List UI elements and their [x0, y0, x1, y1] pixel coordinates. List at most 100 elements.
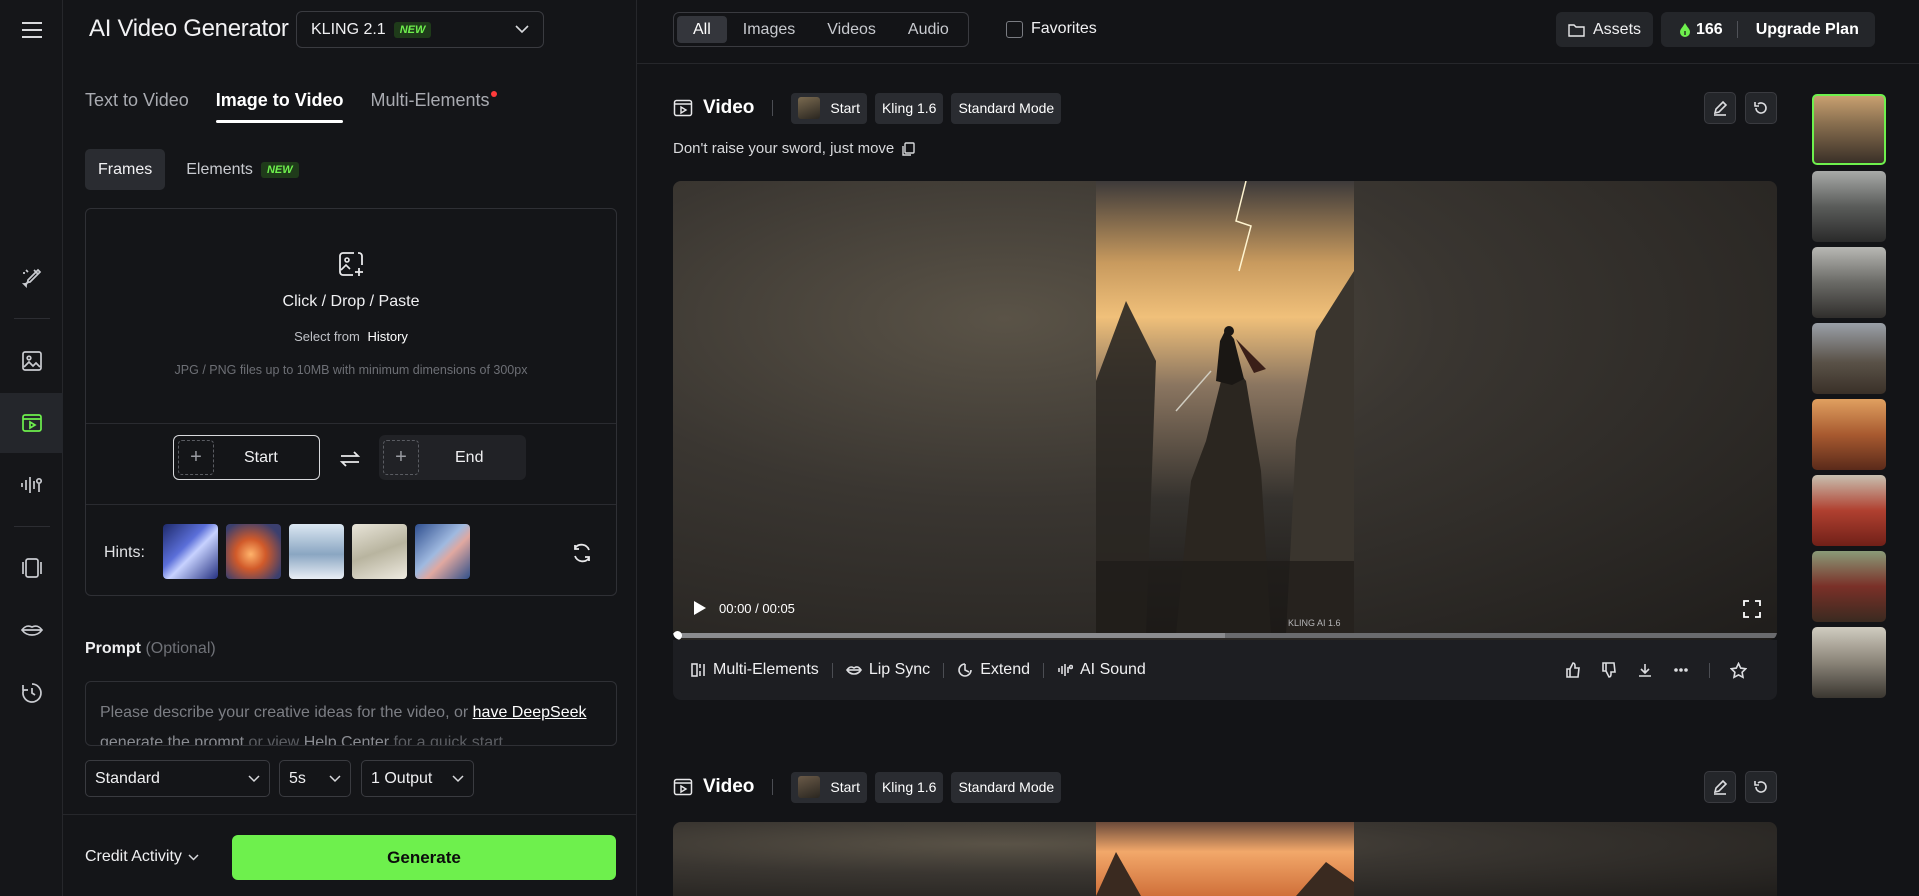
- model-name: KLING 2.1: [311, 20, 386, 38]
- prompt-placeholder: Please describe your creative ideas for …: [100, 704, 469, 721]
- favorites-checkbox[interactable]: [1006, 20, 1023, 38]
- rail-video[interactable]: [0, 393, 63, 453]
- extend-action[interactable]: Extend: [957, 661, 1030, 679]
- history-thumbnail[interactable]: [1812, 247, 1886, 318]
- upload-requirements: JPG / PNG files up to 10MB with minimum …: [174, 363, 528, 377]
- video-icon: [673, 99, 693, 117]
- tab-text-to-video[interactable]: Text to Video: [85, 90, 189, 123]
- fullscreen-icon[interactable]: [1743, 600, 1761, 618]
- prompt-title: Prompt: [85, 640, 141, 657]
- favorites-toggle[interactable]: Favorites: [1006, 20, 1097, 38]
- history-thumbnail[interactable]: [1812, 627, 1886, 698]
- lip-icon: [20, 625, 43, 636]
- tag-mode: Standard Mode: [951, 771, 1062, 803]
- tab-frames[interactable]: Frames: [85, 149, 166, 190]
- video-time: 00:00 / 00:05: [719, 600, 795, 616]
- edit-button[interactable]: [1704, 92, 1736, 124]
- bottom-bar: Credit Activity Generate: [63, 814, 637, 896]
- download-icon[interactable]: [1637, 662, 1653, 678]
- rail-image[interactable]: [0, 331, 63, 391]
- filter-images[interactable]: Images: [727, 16, 811, 43]
- hint-thumbnail[interactable]: [352, 524, 407, 579]
- tab-multi-elements[interactable]: Multi-Elements: [370, 90, 498, 123]
- video-icon: [673, 778, 693, 796]
- multi-elements-label: Multi-Elements: [713, 661, 819, 678]
- hint-thumbnail[interactable]: [226, 524, 281, 579]
- outputs-select[interactable]: 1 Output: [361, 760, 474, 797]
- end-frame-button[interactable]: + End: [379, 435, 526, 480]
- rail-brush[interactable]: [0, 246, 63, 306]
- rail-elements[interactable]: [0, 538, 63, 598]
- model-select[interactable]: KLING 2.1 NEW: [296, 11, 544, 48]
- regenerate-button[interactable]: [1745, 92, 1777, 124]
- assets-label: Assets: [1593, 20, 1642, 38]
- thumbs-up-icon[interactable]: [1565, 662, 1581, 678]
- generate-prompt-link[interactable]: generate the prompt: [100, 734, 244, 745]
- start-frame-button[interactable]: + Start: [173, 435, 320, 480]
- deepseek-link[interactable]: have DeepSeek: [473, 704, 587, 721]
- play-icon[interactable]: [693, 600, 707, 616]
- tag-start-label: Start: [830, 100, 860, 116]
- duration-select[interactable]: 5s: [279, 760, 351, 797]
- star-icon[interactable]: [1730, 661, 1747, 679]
- duration-value: 5s: [289, 769, 306, 787]
- filter-videos[interactable]: Videos: [811, 16, 892, 43]
- history-thumbnail[interactable]: [1812, 399, 1886, 470]
- chevron-down-icon: [248, 774, 260, 782]
- video-progress[interactable]: [673, 631, 1777, 640]
- edit-button[interactable]: [1704, 771, 1736, 803]
- rail-lipsync[interactable]: [0, 600, 63, 660]
- prompt-quick-start: for a quick start: [393, 734, 503, 746]
- hint-thumbnail[interactable]: [415, 524, 470, 579]
- start-frame-thumbnail: [798, 97, 821, 119]
- refresh-icon[interactable]: [571, 542, 593, 564]
- redo-icon: [1754, 102, 1767, 114]
- upload-box: Click / Drop / Paste Select from History…: [85, 208, 617, 596]
- history-thumbnail[interactable]: [1812, 551, 1886, 622]
- regenerate-button[interactable]: [1745, 771, 1777, 803]
- pencil-icon: [1713, 100, 1728, 116]
- filter-audio[interactable]: Audio: [892, 16, 965, 43]
- video-player[interactable]: KLING AI 1.6 00:00 / 00:05: [673, 181, 1777, 640]
- rail-audio[interactable]: [0, 455, 63, 515]
- tab-image-to-video[interactable]: Image to Video: [215, 90, 343, 123]
- hint-thumbnail[interactable]: [163, 524, 218, 579]
- lip-sync-action[interactable]: Lip Sync: [845, 661, 930, 679]
- history-thumbnail[interactable]: [1812, 323, 1886, 394]
- thumbs-down-icon[interactable]: [1601, 662, 1617, 678]
- prompt-input[interactable]: Please describe your creative ideas for …: [85, 681, 617, 746]
- multi-elements-action[interactable]: Multi-Elements: [690, 661, 819, 679]
- help-center-link[interactable]: Help Center: [304, 734, 389, 745]
- left-rail: [0, 0, 63, 896]
- swap-icon[interactable]: [339, 451, 361, 467]
- generate-button[interactable]: Generate: [232, 835, 616, 880]
- assets-button[interactable]: Assets: [1556, 12, 1654, 47]
- quality-select[interactable]: Standard: [85, 760, 270, 797]
- hint-thumbnail[interactable]: [289, 524, 344, 579]
- more-icon[interactable]: [1673, 662, 1689, 678]
- video-icon: [21, 414, 42, 432]
- card-right-actions: [1565, 640, 1747, 700]
- history-thumbnail[interactable]: [1812, 94, 1886, 165]
- plus-icon: +: [178, 440, 214, 475]
- upgrade-plan-button[interactable]: Upgrade Plan: [1738, 21, 1875, 39]
- ai-sound-action[interactable]: AI Sound: [1057, 661, 1146, 679]
- progress-handle[interactable]: [673, 631, 682, 640]
- tab-elements[interactable]: Elements NEW: [173, 149, 311, 190]
- menu-button[interactable]: [0, 0, 63, 60]
- credits-count[interactable]: 166: [1661, 21, 1737, 39]
- history-thumbnail[interactable]: [1812, 171, 1886, 242]
- history-thumbnail[interactable]: [1812, 475, 1886, 546]
- rail-history[interactable]: [0, 663, 63, 723]
- history-link[interactable]: History: [367, 329, 407, 344]
- credit-activity-button[interactable]: Credit Activity: [85, 848, 199, 866]
- credit-activity-label: Credit Activity: [85, 848, 182, 865]
- tag-start: Start: [791, 92, 867, 124]
- tab-elements-label: Elements: [186, 160, 253, 178]
- video-frame-image: [1096, 181, 1354, 635]
- drop-icon: [1680, 23, 1690, 37]
- copy-icon[interactable]: [900, 141, 916, 157]
- filter-all[interactable]: All: [677, 16, 727, 43]
- video-player[interactable]: [673, 822, 1777, 896]
- upload-dropzone[interactable]: Click / Drop / Paste Select from History…: [86, 209, 616, 424]
